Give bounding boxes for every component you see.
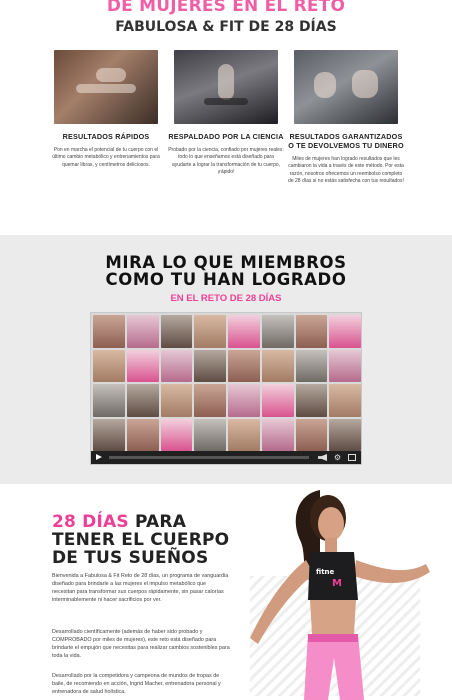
benefit-fast-results: RESULTADOS RÁPIDOS Pon en marcha el pote… — [46, 50, 166, 169]
benefit-text: Miles de mujeres han logrado resultados … — [288, 156, 404, 185]
benefit-guarantee: RESULTADOS GARANTIZADOS O TE DEVOLVEMOS … — [286, 50, 406, 186]
gear-icon[interactable]: ⚙ — [334, 453, 341, 462]
hero-title: DE MUJERES EN EL RETO — [106, 0, 346, 16]
benefit-text: Pon en marcha el potencial de tu cuerpo … — [52, 147, 160, 168]
benefit-science: RESPALDADO POR LA CIENCIA Probado por la… — [166, 50, 286, 177]
benefit-text: Probado por la ciencia, confiado por muj… — [168, 147, 284, 176]
fitness-model-image: fitne M — [228, 488, 452, 700]
members-section: MIRA LO QUE MIEMBROS COMO TU HAN LOGRADO… — [0, 235, 452, 484]
promo-title: 28 DÍAS PARA TENER EL CUERPO DE TUS SUEÑ… — [52, 513, 252, 567]
promo-title-part1: PARA — [128, 512, 187, 532]
members-title-line2: COMO TU HAN LOGRADO — [105, 270, 347, 289]
benefit-title: RESPALDADO POR LA CIENCIA — [168, 132, 284, 141]
promo-paragraph-2: Desarrollado científicamente (además de … — [52, 629, 230, 659]
promo-title-part3: DE TUS SUEÑOS — [52, 548, 209, 568]
testimonials-video-player[interactable]: ⚙ — [90, 312, 362, 465]
play-icon[interactable] — [96, 454, 102, 460]
video-progress-bar[interactable] — [109, 456, 309, 459]
fullscreen-icon[interactable] — [348, 454, 356, 461]
video-thumbnail-collage — [91, 313, 361, 453]
benefit-title: RESULTADOS RÁPIDOS — [62, 132, 150, 141]
promo-paragraph-3: Desarrollado por la competidora y campeo… — [52, 673, 221, 695]
benefit-image-fitness-pose — [54, 50, 158, 124]
volume-icon[interactable] — [318, 454, 327, 461]
benefit-image-group-workout — [294, 50, 398, 124]
video-controls-bar: ⚙ — [91, 451, 361, 464]
promo-paragraph-1: Bienvenida a Fabulosa & Fit Reto de 28 d… — [52, 573, 229, 603]
promo-title-part2: TENER EL CUERPO — [52, 530, 230, 550]
hero-subtitle: FABULOSA & FIT DE 28 DÍAS — [115, 19, 337, 35]
svg-text:M: M — [332, 578, 342, 589]
members-subtitle: EN EL RETO DE 28 DÍAS — [170, 293, 282, 304]
svg-text:fitne: fitne — [316, 568, 335, 576]
benefit-image-gym-workout — [174, 50, 278, 124]
promo-title-highlight: 28 DÍAS — [52, 512, 129, 532]
benefit-title: RESULTADOS GARANTIZADOS O TE DEVOLVEMOS … — [288, 132, 404, 150]
hero-header: DE MUJERES EN EL RETO FABULOSA & FIT DE … — [0, 0, 452, 44]
